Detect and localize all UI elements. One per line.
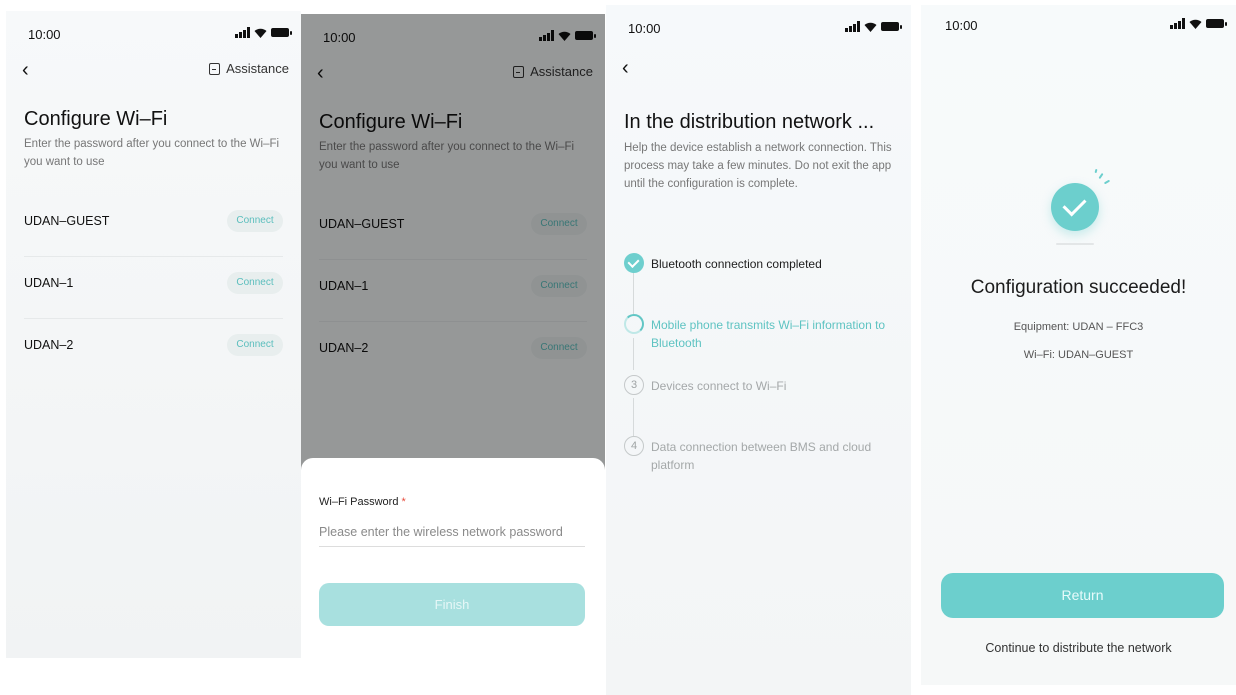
wifi-icon [254,28,267,38]
step-connector [633,398,634,436]
step-number: 4 [624,436,644,456]
continue-distribute-link[interactable]: Continue to distribute the network [921,641,1236,655]
network-name: UDAN–GUEST [24,214,110,228]
sparkle-icon [1094,168,1098,174]
password-input[interactable] [319,518,585,547]
step-label: Data connection between BMS and cloud pl… [651,440,872,472]
battery-icon [271,28,292,37]
step-label: Devices connect to Wi–Fi [651,379,787,393]
network-row[interactable]: UDAN–2 Connect [24,318,283,380]
step-label: Bluetooth connection completed [651,257,822,271]
battery-icon [881,22,902,31]
step-label: Mobile phone transmits Wi–Fi information… [651,318,886,350]
signal-icon [1170,18,1185,29]
page-title: In the distribution network ... [624,111,875,133]
connect-button[interactable]: Connect [227,334,283,356]
network-name: UDAN–1 [24,276,74,290]
required-mark: * [401,496,406,508]
signal-icon [845,21,860,32]
success-check-icon [1034,163,1124,253]
network-name: UDAN–2 [24,338,74,352]
signal-icon [235,27,250,38]
back-button[interactable]: ‹ [22,60,29,80]
status-bar: 10:00 [6,11,301,51]
sparkle-icon [1103,179,1111,185]
screen-configure-wifi: 10:00 ‹ Assistance Configure Wi–Fi Enter… [6,11,301,658]
connect-button[interactable]: Connect [227,272,283,294]
equipment-info: Equipment: UDAN – FFC3 [1013,321,1144,333]
back-button[interactable]: ‹ [622,58,629,78]
loading-spinner-icon [624,314,644,334]
status-time: 10:00 [28,27,61,42]
wifi-icon [1189,19,1202,29]
step-connector [633,272,634,314]
success-title: Configuration succeeded! [970,277,1187,298]
check-icon [624,253,644,273]
wifi-icon [864,22,877,32]
finish-button[interactable]: Finish [319,583,585,626]
status-time: 10:00 [945,18,978,33]
password-bottom-sheet: Wi–Fi Password * Finish [301,458,605,695]
status-time: 10:00 [628,21,661,36]
password-label: Wi–Fi Password * [319,496,406,508]
system-icons [235,27,292,38]
page-subtitle: Enter the password after you connect to … [24,138,280,168]
network-row[interactable]: UDAN–GUEST Connect [24,194,283,257]
battery-icon [1206,19,1227,28]
network-row[interactable]: UDAN–1 Connect [24,256,283,319]
step-connector [633,338,634,370]
assistance-button[interactable]: Assistance [209,61,289,76]
screen-distribution-progress: 10:00 ‹ In the distribution network ... … [606,5,911,695]
status-bar: 10:00 [921,5,1236,45]
check-shadow [1056,243,1094,245]
wifi-info: Wi–Fi: UDAN–GUEST [1023,349,1134,361]
screen-configuration-success: 10:00 Configuration succeeded! Equipment… [921,5,1236,685]
password-label-text: Wi–Fi Password [319,496,399,508]
page-title: Configure Wi–Fi [24,108,168,130]
check-circle-icon [1051,183,1099,231]
system-icons [845,21,902,32]
connect-button[interactable]: Connect [227,210,283,232]
return-button[interactable]: Return [941,573,1224,618]
system-icons [1170,18,1227,29]
assistance-icon [209,62,221,75]
assistance-label: Assistance [226,61,289,76]
sparkle-icon [1098,172,1104,180]
status-bar: 10:00 [606,5,911,45]
step-number: 3 [624,375,644,395]
screen-wifi-password: 10:00 ‹ Assistance Configure Wi–Fi Enter… [301,14,605,695]
page-subtitle: Help the device establish a network conn… [624,142,892,190]
